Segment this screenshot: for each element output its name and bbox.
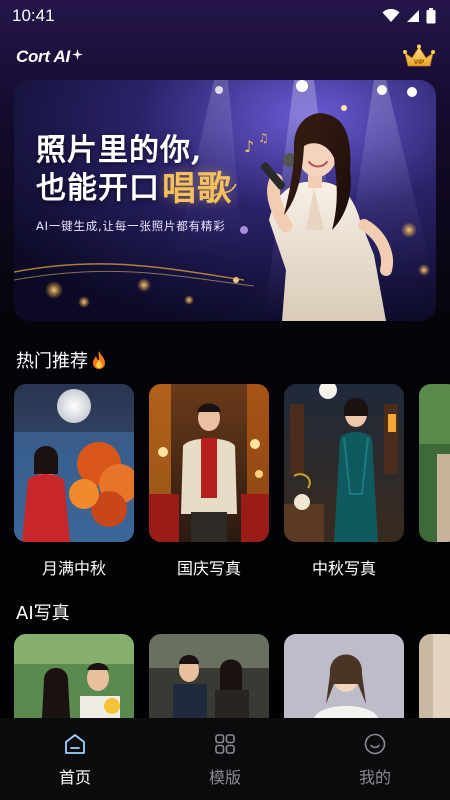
ai-card[interactable]	[284, 634, 404, 718]
smile-icon	[364, 733, 386, 755]
banner-headline-1: 照片里的你,	[36, 133, 203, 168]
battery-icon	[426, 8, 436, 24]
svg-text:♫: ♫	[258, 131, 269, 145]
nav-label-templates: 模版	[208, 768, 241, 787]
vip-button[interactable]: VIP	[402, 44, 436, 70]
app-logo: Cort AI	[16, 47, 83, 67]
hot-card-image	[14, 384, 134, 542]
status-bar: 10:41	[0, 0, 450, 32]
vip-label: VIP	[414, 59, 425, 66]
hot-carousel[interactable]: 月满中秋 国庆写真 中秋写真	[14, 384, 450, 579]
section-title-hot: 热门推荐	[16, 347, 107, 373]
banner-headline-2: 也能开口 唱歌	[36, 170, 232, 208]
promo-banner[interactable]: ♪ ♫ 照片里的你, 也能开口 唱歌 AI一键生成,让每一张照片都有精彩	[14, 80, 436, 321]
status-icons	[382, 8, 436, 24]
nav-label-profile: 我的	[358, 768, 391, 787]
ai-card[interactable]	[149, 634, 269, 718]
ai-card-image	[284, 634, 404, 718]
sparkle-icon	[71, 48, 83, 60]
section-title-ai: AI写真	[16, 599, 70, 625]
ai-card[interactable]	[419, 634, 450, 718]
grid-icon	[215, 734, 235, 754]
banner-headline-accent: 唱歌	[162, 169, 232, 209]
hot-card-image	[284, 384, 404, 542]
hot-card[interactable]	[419, 384, 450, 579]
app-screen: 10:41 Cort AI VIP ♪ ♫ 照片里的你, 也能开口 唱歌 AI一…	[0, 0, 450, 800]
home-icon	[65, 734, 85, 754]
ai-card[interactable]	[14, 634, 134, 718]
hot-card-image	[149, 384, 269, 542]
fire-icon	[93, 351, 105, 369]
banner-subtitle: AI一键生成,让每一张照片都有精彩	[36, 219, 226, 233]
crown-icon[interactable]: VIP	[402, 44, 436, 70]
logo-text: Cort AI	[16, 47, 70, 66]
section-title-ai-text: AI写真	[16, 603, 70, 624]
app-header: Cort AI VIP	[0, 38, 450, 76]
hot-card[interactable]: 国庆写真	[149, 384, 269, 579]
hot-card[interactable]: 中秋写真	[284, 384, 404, 579]
svg-text:♪: ♪	[244, 137, 254, 156]
hot-card-label: 月满中秋	[41, 559, 106, 578]
bottom-nav: 首页 模版 我的	[0, 718, 450, 800]
hot-card[interactable]: 月满中秋	[14, 384, 134, 579]
ai-carousel[interactable]	[14, 634, 450, 718]
nav-label-home: 首页	[58, 768, 91, 787]
status-time: 10:41	[12, 6, 55, 25]
hot-card-label: 国庆写真	[176, 559, 241, 578]
hot-card-label: 中秋写真	[311, 559, 376, 578]
ai-card-image	[149, 634, 269, 718]
signal-icon	[407, 10, 419, 22]
wifi-icon	[382, 9, 400, 22]
banner-text: 照片里的你, 也能开口 唱歌 AI一键生成,让每一张照片都有精彩	[36, 132, 232, 234]
nav-item-templates[interactable]: 模版	[165, 722, 285, 788]
nav-item-profile[interactable]: 我的	[315, 722, 435, 788]
hot-card-image	[419, 384, 450, 542]
ai-card-image	[14, 634, 134, 718]
banner-headline-2-text: 也能开口	[36, 171, 160, 206]
ai-card-image	[419, 634, 450, 718]
section-title-hot-text: 热门推荐	[16, 351, 88, 372]
nav-item-home[interactable]: 首页	[15, 722, 135, 788]
